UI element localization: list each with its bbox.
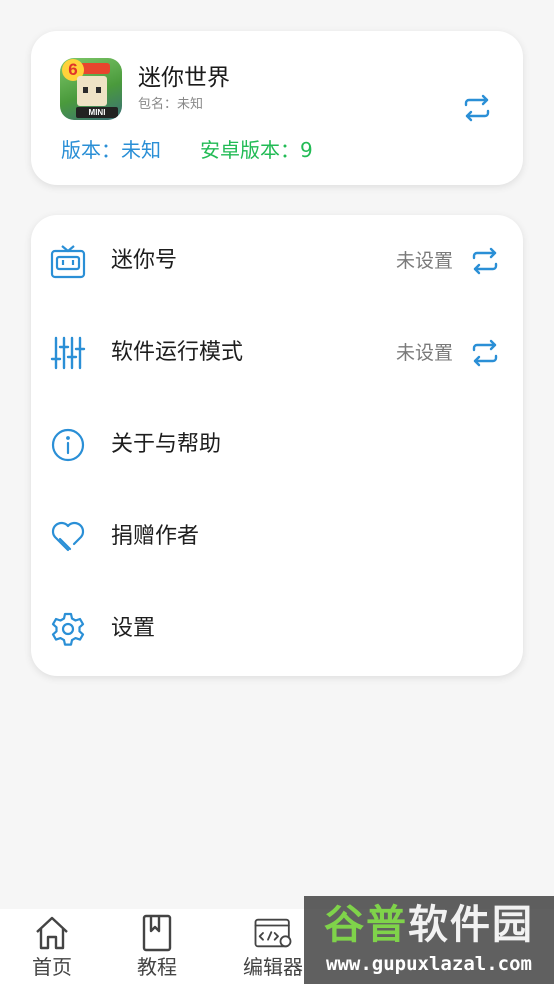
app-name: 迷你世界 bbox=[138, 65, 230, 91]
bookmark-book-icon bbox=[137, 913, 177, 953]
watermark-title-green: 谷普 bbox=[324, 902, 408, 948]
menu-item-settings[interactable]: 设置 bbox=[31, 583, 523, 675]
menu-item-label: 迷你号 bbox=[111, 248, 178, 273]
menu-item-value: 未设置 bbox=[395, 250, 453, 272]
menu-item-label: 捐赠作者 bbox=[111, 524, 200, 549]
app-logo: 6 MINI bbox=[60, 58, 122, 120]
app-package: 包名：未知 bbox=[138, 97, 204, 112]
menu-item-donate[interactable]: 捐赠作者 bbox=[31, 491, 523, 583]
switch-app-icon[interactable] bbox=[463, 94, 491, 122]
menu-item-about-help[interactable]: 关于与帮助 bbox=[31, 399, 523, 491]
nav-editor[interactable]: 编辑器 bbox=[238, 909, 308, 984]
nav-label: 编辑器 bbox=[243, 955, 303, 979]
menu-item-label: 设置 bbox=[111, 616, 156, 641]
app-logo-ribbon bbox=[80, 63, 110, 74]
watermark: 谷普软件园 www.gupuxlazal.com bbox=[304, 896, 554, 984]
menu-card: 迷你号 未设置 软件运行模式 未设置 关于与帮助 捐赠作者 设置 bbox=[31, 215, 523, 676]
code-settings-icon bbox=[253, 913, 293, 953]
sliders-icon bbox=[50, 335, 86, 371]
nav-label: 教程 bbox=[137, 955, 177, 979]
home-icon bbox=[32, 913, 72, 953]
switch-icon[interactable] bbox=[471, 339, 499, 367]
watermark-title: 谷普软件园 bbox=[304, 900, 554, 950]
app-version: 版本：未知 bbox=[61, 138, 161, 162]
gear-icon bbox=[50, 611, 86, 647]
menu-item-run-mode[interactable]: 软件运行模式 未设置 bbox=[31, 307, 523, 399]
nav-tutorial[interactable]: 教程 bbox=[122, 909, 192, 984]
robot-box-icon bbox=[50, 243, 86, 279]
nav-label: 首页 bbox=[32, 955, 72, 979]
heart-icon bbox=[50, 519, 86, 555]
info-icon bbox=[50, 427, 86, 463]
android-version: 安卓版本：9 bbox=[200, 138, 313, 162]
app-info-card: 6 MINI 迷你世界 包名：未知 版本：未知 安卓版本：9 bbox=[31, 31, 523, 185]
menu-item-mini-id[interactable]: 迷你号 未设置 bbox=[31, 215, 523, 307]
app-logo-label: MINI bbox=[76, 107, 118, 118]
watermark-title-white: 软件园 bbox=[408, 902, 534, 948]
app-logo-character bbox=[77, 76, 107, 106]
menu-item-value: 未设置 bbox=[395, 342, 453, 364]
nav-home[interactable]: 首页 bbox=[17, 909, 87, 984]
menu-item-label: 关于与帮助 bbox=[111, 432, 222, 457]
watermark-url: www.gupuxlazal.com bbox=[326, 953, 532, 975]
menu-item-label: 软件运行模式 bbox=[111, 340, 244, 365]
switch-icon[interactable] bbox=[471, 247, 499, 275]
